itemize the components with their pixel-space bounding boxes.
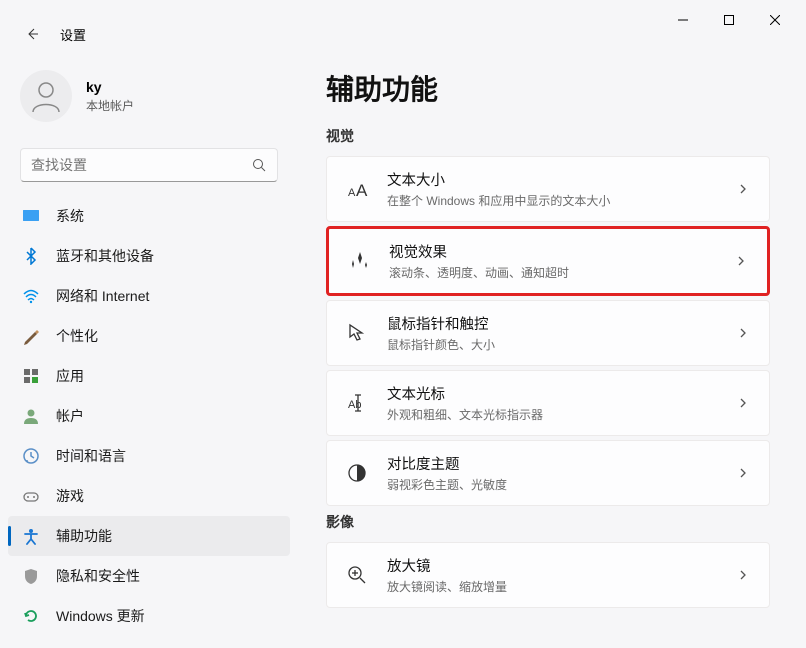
update-icon	[22, 607, 40, 625]
close-button[interactable]	[752, 4, 798, 36]
sidebar-item-label: 应用	[56, 366, 84, 386]
network-icon	[22, 287, 40, 305]
person-icon	[28, 78, 64, 114]
arrow-left-icon	[24, 26, 40, 42]
sidebar-item-apps[interactable]: 应用	[8, 356, 290, 396]
settings-card-text-size[interactable]: AA 文本大小在整个 Windows 和应用中显示的文本大小	[326, 156, 770, 222]
profile[interactable]: ky 本地帐户	[0, 60, 298, 142]
sidebar-item-label: 隐私和安全性	[56, 566, 140, 586]
card-subtitle: 滚动条、透明度、动画、通知超时	[389, 264, 717, 281]
svg-text:A: A	[348, 187, 356, 199]
accessibility-icon	[22, 527, 40, 545]
window-title: 设置	[60, 25, 86, 44]
chevron-right-icon	[737, 466, 751, 480]
account-icon	[22, 407, 40, 425]
card-body: 放大镜放大镜阅读、缩放增量	[387, 555, 719, 595]
page-title: 辅助功能	[326, 68, 770, 108]
sidebar-item-bluetooth[interactable]: 蓝牙和其他设备	[8, 236, 290, 276]
card-title: 文本大小	[387, 169, 719, 190]
chevron-right-icon	[737, 326, 751, 340]
svg-text:Ab: Ab	[348, 399, 361, 411]
visual-effects-icon	[347, 249, 371, 273]
sidebar-item-privacy[interactable]: 隐私和安全性	[8, 556, 290, 596]
sidebar-item-label: 个性化	[56, 326, 98, 346]
sidebar-item-label: 网络和 Internet	[56, 286, 149, 306]
card-body: 视觉效果滚动条、透明度、动画、通知超时	[389, 241, 717, 281]
search-box[interactable]	[20, 148, 278, 182]
card-subtitle: 放大镜阅读、缩放增量	[387, 578, 719, 595]
sidebar-item-system[interactable]: 系统	[8, 196, 290, 236]
settings-card-mouse[interactable]: 鼠标指针和触控鼠标指针颜色、大小	[326, 300, 770, 366]
window: 设置 ky 本地帐户	[0, 0, 806, 648]
personalize-icon	[22, 327, 40, 345]
profile-name: ky	[86, 79, 134, 95]
minimize-icon	[678, 15, 688, 25]
sidebar-item-label: 时间和语言	[56, 446, 126, 466]
card-subtitle: 外观和粗细、文本光标指示器	[387, 406, 719, 423]
sidebar-item-accessibility[interactable]: 辅助功能	[8, 516, 290, 556]
sidebar-item-personalize[interactable]: 个性化	[8, 316, 290, 356]
nav: 系统蓝牙和其他设备网络和 Internet 个性化应用帐户时间和语言游戏辅助功能隐…	[0, 196, 298, 636]
chevron-right-icon	[735, 254, 749, 268]
bluetooth-icon	[22, 247, 40, 265]
sidebar-item-network[interactable]: 网络和 Internet	[8, 276, 290, 316]
settings-card-text-cursor[interactable]: Ab 文本光标外观和粗细、文本光标指示器	[326, 370, 770, 436]
card-subtitle: 弱视彩色主题、光敏度	[387, 476, 719, 493]
section-header: 影像	[326, 512, 770, 532]
sidebar-item-label: 蓝牙和其他设备	[56, 246, 154, 266]
sidebar-item-label: 系统	[56, 206, 84, 226]
svg-text:A: A	[356, 181, 368, 200]
settings-card-visual-effects[interactable]: 视觉效果滚动条、透明度、动画、通知超时	[326, 226, 770, 296]
search-input[interactable]	[31, 157, 251, 173]
card-subtitle: 鼠标指针颜色、大小	[387, 336, 719, 353]
sidebar-item-time[interactable]: 时间和语言	[8, 436, 290, 476]
card-body: 对比度主题弱视彩色主题、光敏度	[387, 453, 719, 493]
card-subtitle: 在整个 Windows 和应用中显示的文本大小	[387, 192, 719, 209]
sidebar-item-label: 辅助功能	[56, 526, 112, 546]
sidebar: ky 本地帐户 系统蓝牙和其他设备网络和 Internet 个性化应用帐户时间和语…	[0, 40, 298, 648]
profile-subtitle: 本地帐户	[86, 97, 134, 114]
settings-card-contrast[interactable]: 对比度主题弱视彩色主题、光敏度	[326, 440, 770, 506]
maximize-button[interactable]	[706, 4, 752, 36]
minimize-button[interactable]	[660, 4, 706, 36]
card-title: 放大镜	[387, 555, 719, 576]
text-size-icon: AA	[345, 177, 369, 201]
card-title: 视觉效果	[389, 241, 717, 262]
main: 辅助功能 视觉 AA 文本大小在整个 Windows 和应用中显示的文本大小视觉效果…	[298, 40, 806, 648]
sidebar-item-label: Windows 更新	[56, 606, 145, 626]
chevron-right-icon	[737, 396, 751, 410]
profile-text: ky 本地帐户	[86, 79, 134, 114]
avatar	[20, 70, 72, 122]
settings-card-magnifier[interactable]: 放大镜放大镜阅读、缩放增量	[326, 542, 770, 608]
sidebar-item-label: 游戏	[56, 486, 84, 506]
sidebar-item-account[interactable]: 帐户	[8, 396, 290, 436]
section-header: 视觉	[326, 126, 770, 146]
sidebar-item-update[interactable]: Windows 更新	[8, 596, 290, 636]
sidebar-item-gaming[interactable]: 游戏	[8, 476, 290, 516]
titlebar: 设置	[0, 0, 806, 40]
card-title: 鼠标指针和触控	[387, 313, 719, 334]
text-cursor-icon: Ab	[345, 391, 369, 415]
privacy-icon	[22, 567, 40, 585]
search-icon	[251, 157, 267, 173]
apps-icon	[22, 367, 40, 385]
card-title: 文本光标	[387, 383, 719, 404]
chevron-right-icon	[737, 568, 751, 582]
maximize-icon	[724, 15, 734, 25]
card-body: 鼠标指针和触控鼠标指针颜色、大小	[387, 313, 719, 353]
close-icon	[770, 15, 780, 25]
chevron-right-icon	[737, 182, 751, 196]
mouse-icon	[345, 321, 369, 345]
contrast-icon	[345, 461, 369, 485]
magnifier-icon	[345, 563, 369, 587]
card-title: 对比度主题	[387, 453, 719, 474]
card-body: 文本光标外观和粗细、文本光标指示器	[387, 383, 719, 423]
content: ky 本地帐户 系统蓝牙和其他设备网络和 Internet 个性化应用帐户时间和语…	[0, 40, 806, 648]
card-body: 文本大小在整个 Windows 和应用中显示的文本大小	[387, 169, 719, 209]
time-icon	[22, 447, 40, 465]
system-icon	[22, 207, 40, 225]
back-button[interactable]	[22, 24, 42, 44]
sidebar-item-label: 帐户	[56, 406, 84, 426]
gaming-icon	[22, 487, 40, 505]
